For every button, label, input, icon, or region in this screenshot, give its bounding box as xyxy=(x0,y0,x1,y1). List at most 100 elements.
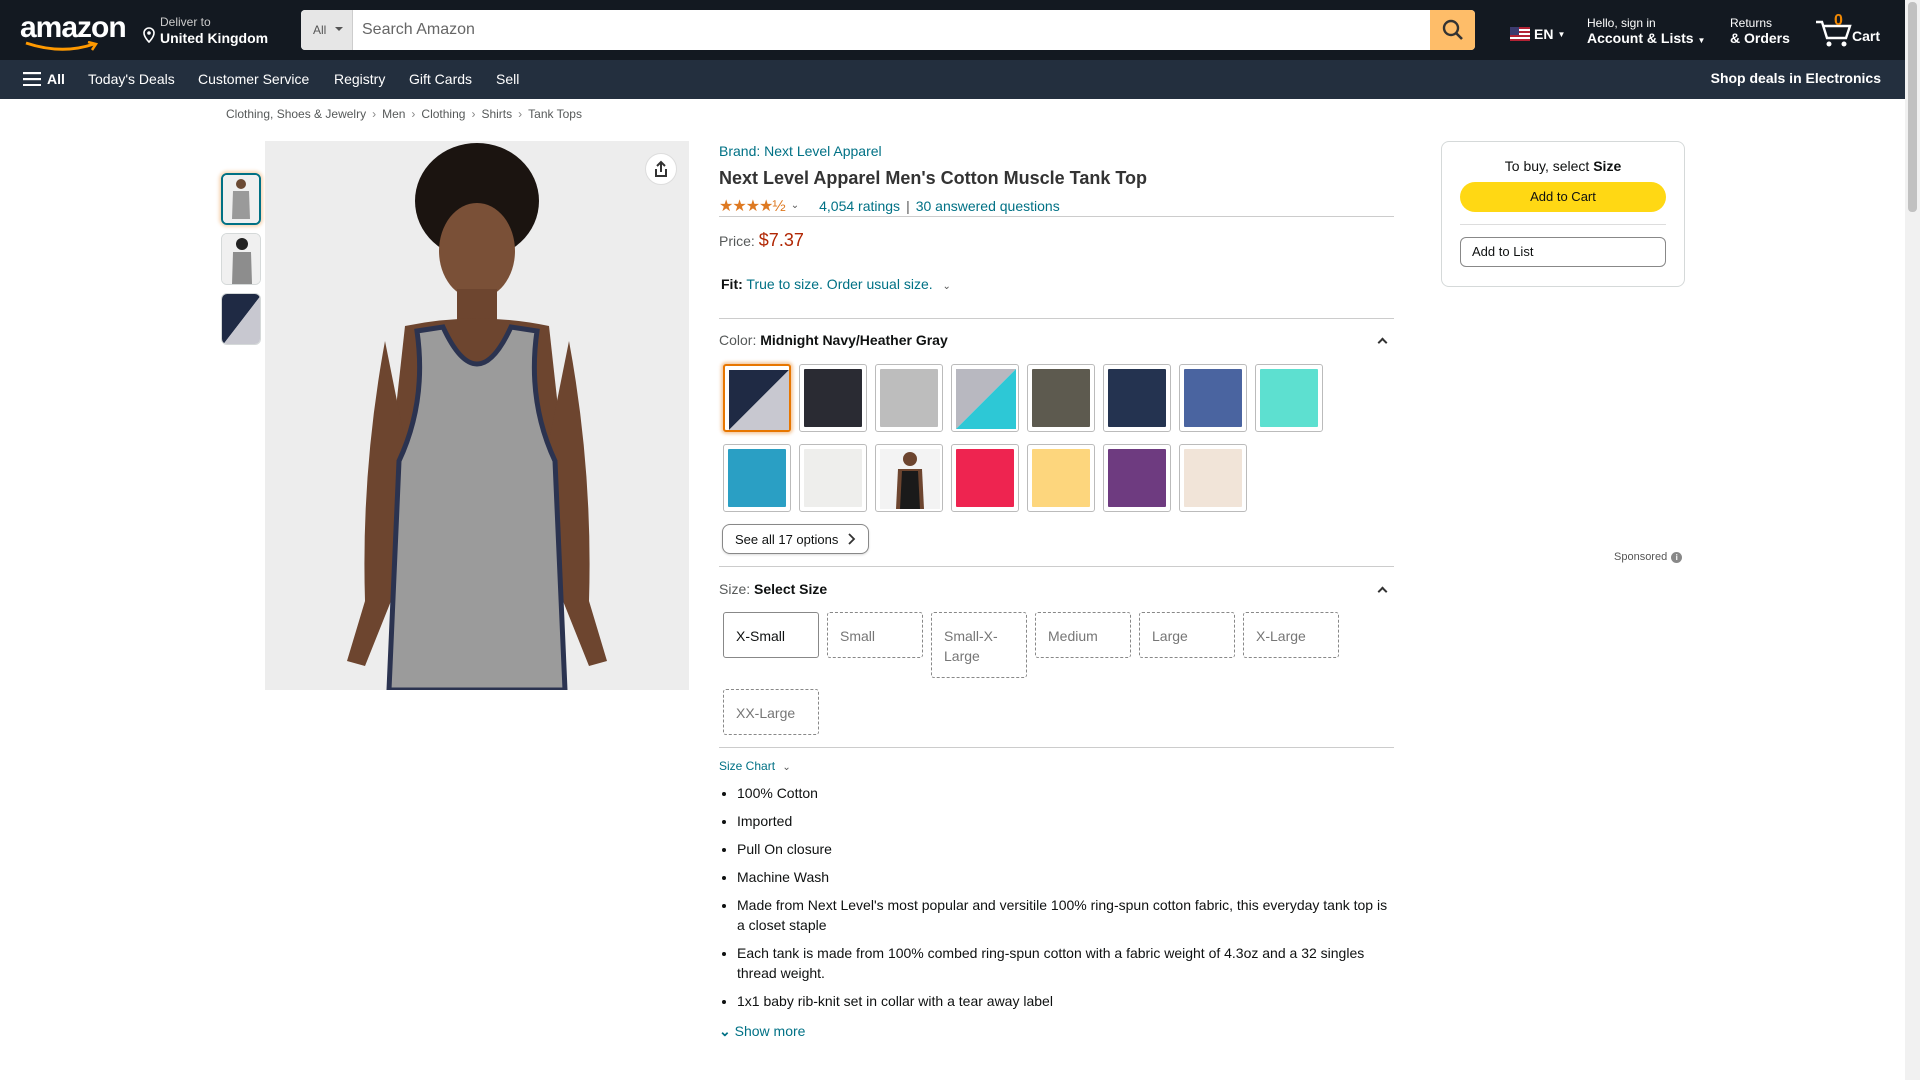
color-label-row: Color: Midnight Navy/Heather Gray xyxy=(719,332,948,348)
search-icon xyxy=(1442,19,1463,40)
fit-label: Fit: xyxy=(721,276,743,292)
fit-row[interactable]: Fit: True to size. Order usual size. ⌄ xyxy=(721,276,951,292)
color-swatch[interactable] xyxy=(1103,444,1171,512)
brand-link[interactable]: Brand: Next Level Apparel xyxy=(719,143,882,159)
breadcrumb-separator: › xyxy=(372,107,377,121)
thumbnail-front[interactable] xyxy=(221,173,261,225)
caret-down-icon: ▼ xyxy=(1697,36,1706,45)
thumbnail-fabric[interactable] xyxy=(221,293,261,345)
hamburger-icon xyxy=(23,72,41,86)
see-all-options-button[interactable]: See all 17 options xyxy=(722,524,870,554)
show-more-link[interactable]: ⌄ Show more xyxy=(719,1023,805,1040)
size-option-medium[interactable]: Medium xyxy=(1035,612,1131,658)
nav-sell[interactable]: Sell xyxy=(496,71,519,87)
color-swatch[interactable] xyxy=(1027,364,1095,432)
color-swatch[interactable] xyxy=(1103,364,1171,432)
search-button[interactable] xyxy=(1430,10,1475,50)
color-swatch[interactable] xyxy=(1255,364,1323,432)
swatch-fill xyxy=(804,369,862,427)
search-input[interactable] xyxy=(353,10,1430,50)
color-swatch[interactable] xyxy=(723,444,791,512)
breadcrumb-link[interactable]: Shirts xyxy=(481,107,512,121)
color-swatch[interactable] xyxy=(875,444,943,512)
color-swatch[interactable] xyxy=(1027,444,1095,512)
amazon-logo[interactable]: amazon xyxy=(20,11,127,51)
swatch-fill xyxy=(1032,369,1090,427)
model-back-thumbnail xyxy=(222,234,260,284)
heather-gray-turquoise-swatch xyxy=(956,369,1016,429)
thumbnail-back[interactable] xyxy=(221,233,261,285)
search-category-select[interactable]: All xyxy=(301,10,353,50)
breadcrumb-link[interactable]: Tank Tops xyxy=(528,107,582,121)
selected-color: Midnight Navy/Heather Gray xyxy=(760,332,948,348)
feature-bullet: Each tank is made from 100% combed ring-… xyxy=(737,943,1397,983)
ratings-count-link[interactable]: 4,054 ratings xyxy=(819,198,900,214)
nav-customer-service[interactable]: Customer Service xyxy=(198,71,309,87)
color-swatch[interactable] xyxy=(951,364,1019,432)
nav-registry[interactable]: Registry xyxy=(334,71,385,87)
nav-gift-cards[interactable]: Gift Cards xyxy=(409,71,472,87)
size-option-large[interactable]: Large xyxy=(1139,612,1235,658)
cart-button[interactable]: 0 Cart xyxy=(1812,12,1902,52)
orders-label: & Orders xyxy=(1730,30,1790,46)
deliver-to[interactable]: Deliver to United Kingdom xyxy=(142,15,268,47)
language-label: EN xyxy=(1534,26,1554,42)
fit-value: True to size. Order usual size. xyxy=(746,276,933,292)
size-option-x-small[interactable]: X-Small xyxy=(723,612,819,658)
swatch-fill xyxy=(1184,449,1242,507)
sponsored-label: Sponsored i xyxy=(1614,551,1683,563)
size-chart-link[interactable]: Size Chart ⌄ xyxy=(719,759,791,773)
add-to-list-button[interactable]: Add to List xyxy=(1460,237,1666,267)
model-wearing-tank-top-image xyxy=(265,141,689,693)
black-tank-model-swatch xyxy=(880,449,940,509)
location-pin-icon xyxy=(143,27,155,43)
add-to-cart-button[interactable]: Add to Cart xyxy=(1460,182,1666,212)
scrollbar-thumb[interactable] xyxy=(1908,2,1917,212)
color-swatch[interactable] xyxy=(1179,444,1247,512)
rating-divider: | xyxy=(906,197,910,214)
breadcrumb-link[interactable]: Clothing xyxy=(421,107,465,121)
share-button[interactable] xyxy=(645,153,677,185)
divider xyxy=(1460,224,1666,225)
chevron-down-icon[interactable]: ⌄ xyxy=(791,200,799,211)
logo-text: amazon xyxy=(20,11,127,44)
nav-promo-electronics[interactable]: Shop deals in Electronics xyxy=(1711,70,1881,86)
swatch-fill xyxy=(880,369,938,427)
collapse-color-icon[interactable] xyxy=(1377,337,1388,348)
show-more-label: Show more xyxy=(734,1023,806,1039)
all-menu-button[interactable]: All xyxy=(23,71,65,87)
language-selector[interactable]: EN ▼ xyxy=(1510,26,1565,42)
see-all-label: See all 17 options xyxy=(735,531,839,547)
size-option-small[interactable]: Small xyxy=(827,612,923,658)
info-icon[interactable]: i xyxy=(1671,551,1683,563)
feature-bullet: Machine Wash xyxy=(737,867,1397,887)
cart-count: 0 xyxy=(1834,12,1843,29)
size-label: Size: xyxy=(719,581,751,597)
returns-orders[interactable]: Returns & Orders xyxy=(1730,16,1790,47)
nav-todays-deals[interactable]: Today's Deals xyxy=(88,71,175,87)
breadcrumb-link[interactable]: Clothing, Shoes & Jewelry xyxy=(226,107,366,121)
account-lists[interactable]: Hello, sign in Account & Lists ▼ xyxy=(1587,16,1705,49)
breadcrumb-link[interactable]: Men xyxy=(382,107,405,121)
swatch-fill xyxy=(728,449,786,507)
page-scrollbar[interactable] xyxy=(1905,0,1920,1080)
size-option-small-x-large[interactable]: Small-X-Large xyxy=(931,612,1027,678)
buy-prompt-text: To buy, select xyxy=(1504,158,1590,174)
size-option-x-large[interactable]: X-Large xyxy=(1243,612,1339,658)
swatch-fill xyxy=(804,449,862,507)
caret-down-icon: ▼ xyxy=(1557,29,1566,39)
returns-label: Returns xyxy=(1730,16,1773,30)
main-product-image[interactable] xyxy=(265,141,689,693)
chevron-down-icon: ⌄ xyxy=(782,762,791,773)
color-swatch[interactable] xyxy=(951,444,1019,512)
color-swatch[interactable] xyxy=(799,364,867,432)
collapse-size-icon[interactable] xyxy=(1377,586,1388,597)
color-swatch[interactable] xyxy=(1179,364,1247,432)
color-swatch[interactable] xyxy=(799,444,867,512)
star-rating-icon[interactable]: ★★★★½ xyxy=(719,196,786,216)
price-label: Price: xyxy=(719,233,755,249)
answered-questions-link[interactable]: 30 answered questions xyxy=(916,198,1060,214)
size-option-xx-large[interactable]: XX-Large xyxy=(723,689,819,735)
color-swatch[interactable] xyxy=(723,364,791,432)
color-swatch[interactable] xyxy=(875,364,943,432)
